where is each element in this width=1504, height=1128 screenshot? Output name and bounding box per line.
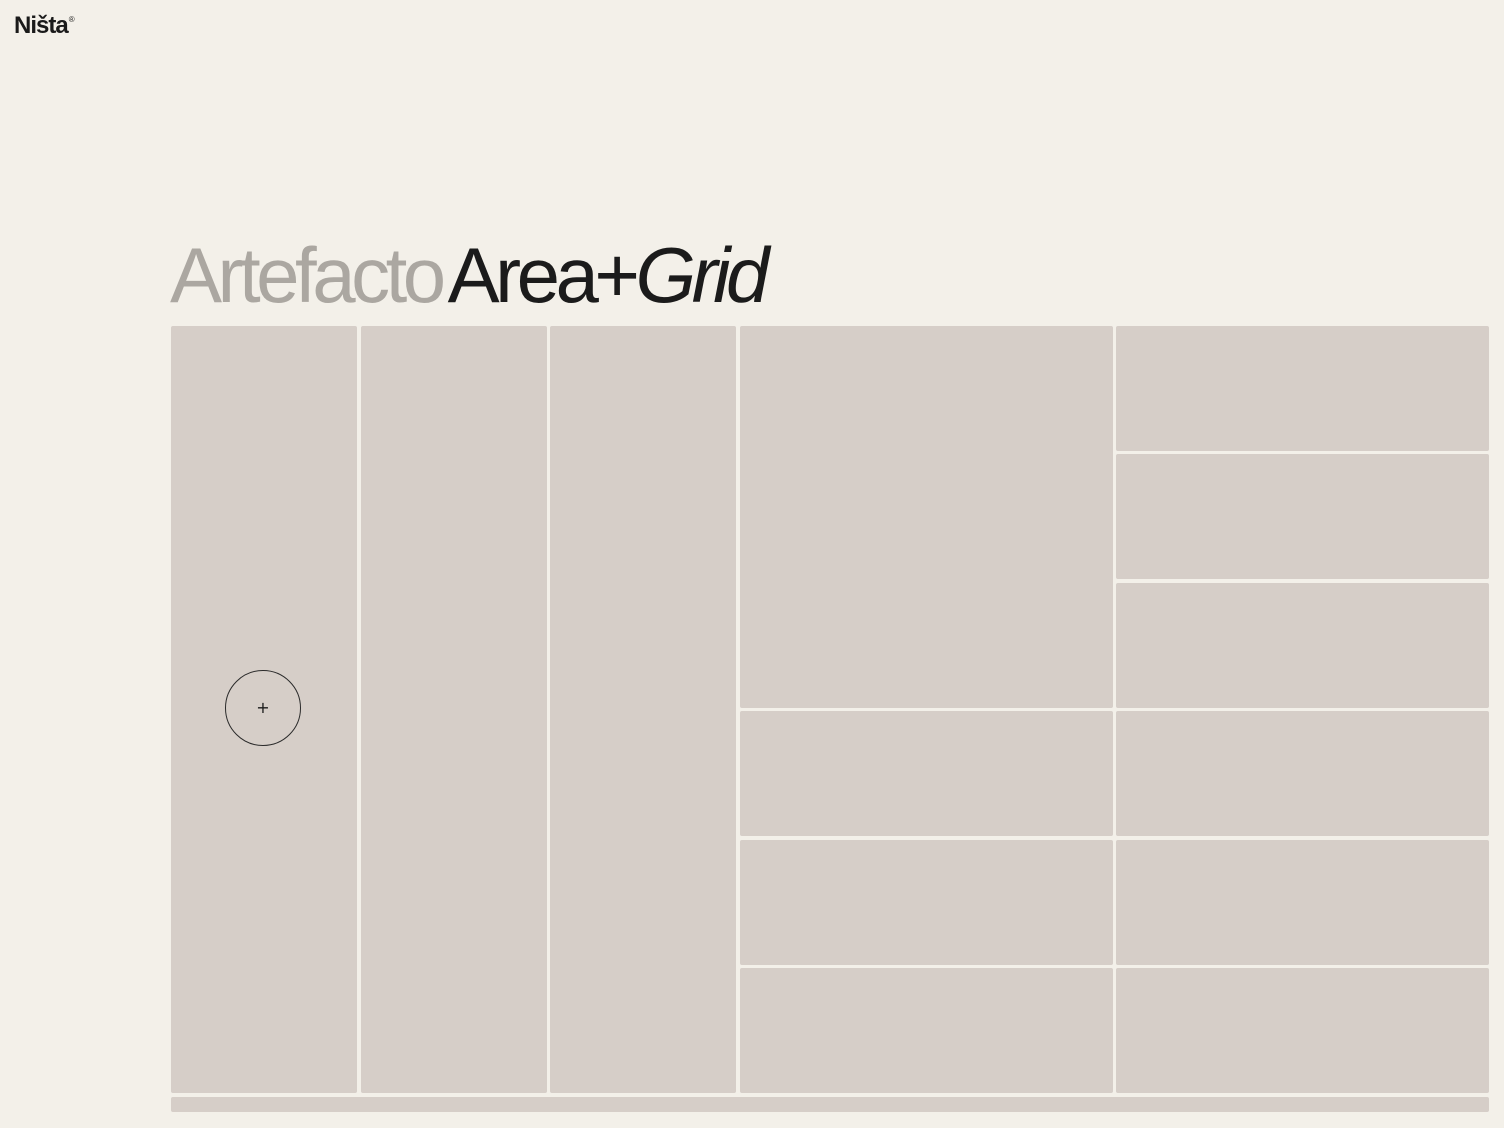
grid-tile-9[interactable] xyxy=(1116,711,1489,837)
grid-tile-3[interactable] xyxy=(550,326,736,1093)
grid-tile-10[interactable] xyxy=(739,839,1113,965)
title-area: Area+ xyxy=(447,231,640,319)
grid-tile-7[interactable] xyxy=(1116,582,1489,708)
grid-tile-12[interactable] xyxy=(739,967,1113,1093)
title-artefacto: Artefacto xyxy=(170,231,446,319)
page: Ništa ® ArtefactoArea+Grid + xyxy=(0,0,1504,1128)
plus-icon: + xyxy=(256,698,270,717)
grid-tile-bottom-strip[interactable] xyxy=(171,1097,1489,1112)
title-grid: Grid xyxy=(635,231,769,319)
grid-tile-13[interactable] xyxy=(1116,967,1489,1093)
grid-tile-2[interactable] xyxy=(360,326,547,1093)
grid-tile-8[interactable] xyxy=(739,711,1113,837)
grid-tile-6[interactable] xyxy=(1116,454,1489,580)
cursor-circle: + xyxy=(225,670,301,746)
grid-tile-1[interactable]: + xyxy=(171,326,357,1093)
brand-logo[interactable]: Ništa ® xyxy=(14,14,75,38)
registered-mark: ® xyxy=(68,15,75,24)
page-title: ArtefactoArea+Grid xyxy=(170,236,769,314)
grid-tile-5[interactable] xyxy=(1116,326,1489,451)
artefacto-grid: + xyxy=(171,326,1489,1093)
brand-name: Ništa xyxy=(14,12,69,39)
grid-tile-4[interactable] xyxy=(739,326,1113,708)
grid-tile-11[interactable] xyxy=(1116,839,1489,965)
